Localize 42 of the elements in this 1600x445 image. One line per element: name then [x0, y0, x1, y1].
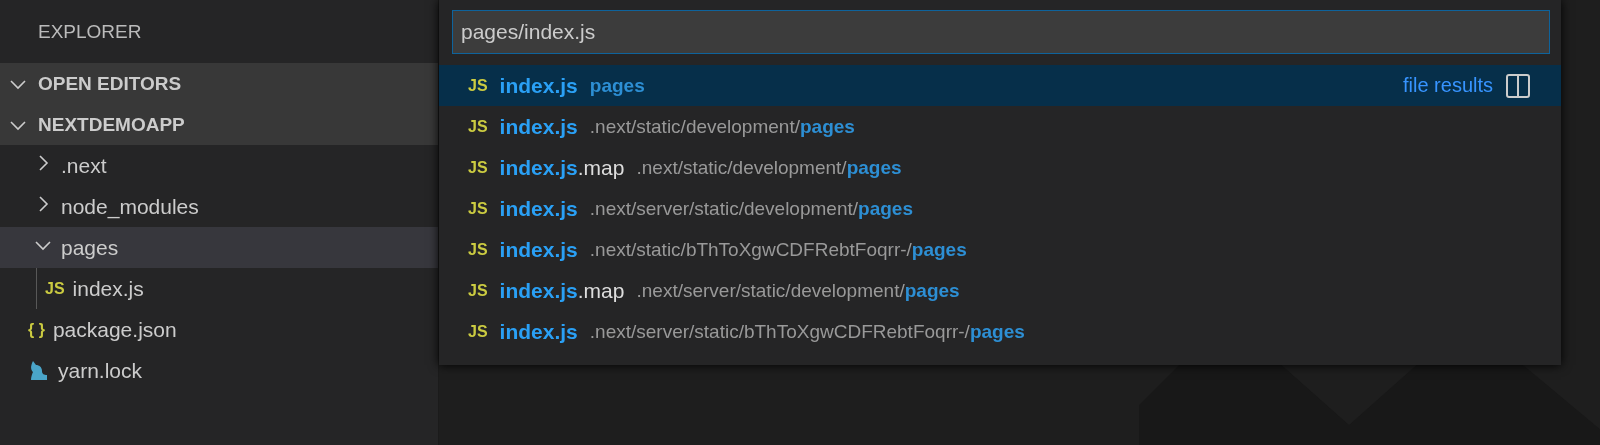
js-file-icon: JS [468, 199, 488, 218]
file-name[interactable]: package.json [52, 317, 177, 342]
js-file-icon: JS [468, 76, 488, 95]
section-header[interactable]: OPEN EDITORS [38, 72, 182, 95]
result-item[interactable]: JS index.js .next/static/development/pages [439, 106, 1561, 147]
result-item[interactable]: JS index.js .next/server/static/development/pages [439, 188, 1561, 229]
file-path: .next/server/static/development/pages [636, 279, 960, 302]
result-item[interactable]: JS index.js.map .next/static/development/pages [439, 147, 1561, 188]
file-name: index.js [499, 196, 578, 221]
js-file-icon: JS [468, 117, 488, 136]
braces-icon: { } [28, 320, 45, 339]
js-file-icon: JS [468, 281, 488, 300]
file-name[interactable]: index.js [72, 276, 144, 301]
file-name[interactable]: yarn.lock [58, 358, 143, 383]
result-item[interactable]: JS index.js.map .next/server/static/development/pages [439, 270, 1561, 311]
result-item[interactable]: JS index.js pages file results [439, 65, 1561, 106]
file-name: index.js.map [499, 155, 625, 180]
js-file-icon: JS [45, 279, 65, 298]
file-name: index.js [499, 237, 578, 262]
file-name: index.js [499, 319, 578, 344]
panel-title: EXPLORER [38, 20, 142, 43]
file-path: .next/static/development/pages [636, 156, 902, 179]
result-item[interactable]: JS index.js .next/server/static/bThToXgwCDFRebtFoqrr-/pages [439, 311, 1561, 352]
file-path: pages [589, 74, 645, 97]
file-name: index.js [499, 114, 578, 139]
search-field[interactable]: pages/index.js [452, 10, 1550, 54]
split-icon[interactable] [1505, 72, 1531, 99]
section-header[interactable]: NEXTDEMOAPP [38, 113, 185, 136]
folder-name[interactable]: pages [61, 235, 119, 260]
js-file-icon: JS [468, 240, 488, 259]
file-path: .next/server/static/bThToXgwCDFRebtFoqrr-/pages [589, 320, 1025, 343]
js-file-icon: JS [468, 322, 488, 341]
js-file-icon: JS [468, 158, 488, 177]
folder-name[interactable]: .next [61, 153, 107, 178]
file-path: .next/static/development/pages [589, 115, 855, 138]
folder-name[interactable]: node_modules [61, 194, 199, 219]
results-label: file results [1402, 74, 1493, 97]
file-path: .next/server/static/development/pages [589, 197, 913, 220]
file-name: index.js [499, 73, 578, 98]
file-path: .next/static/bThToXgwCDFRebtFoqrr-/pages [589, 238, 967, 261]
file-name: index.js.map [499, 278, 625, 303]
result-item[interactable]: JS index.js .next/static/bThToXgwCDFRebtFoqrr-/pages [439, 229, 1561, 270]
